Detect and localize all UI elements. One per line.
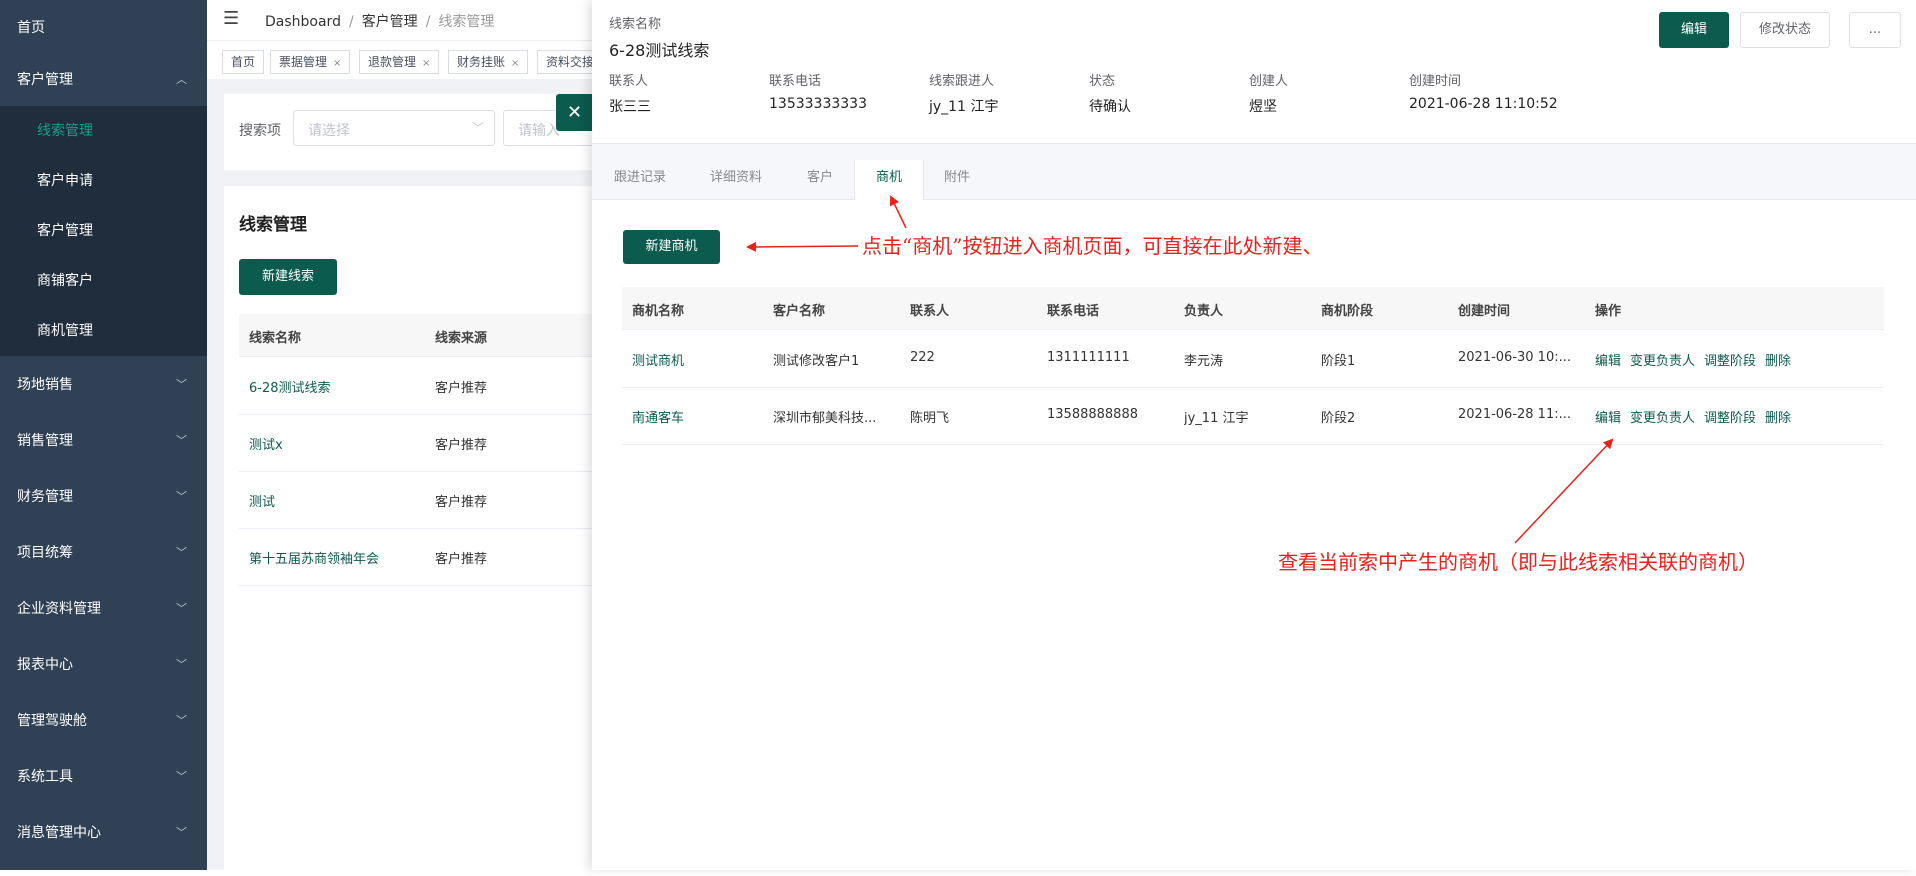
arrow-to-business-table — [1514, 438, 1614, 544]
arrow-to-new-business-button — [746, 241, 859, 252]
annotation-arrows — [746, 195, 1614, 544]
arrow-to-business-tab — [889, 195, 907, 229]
